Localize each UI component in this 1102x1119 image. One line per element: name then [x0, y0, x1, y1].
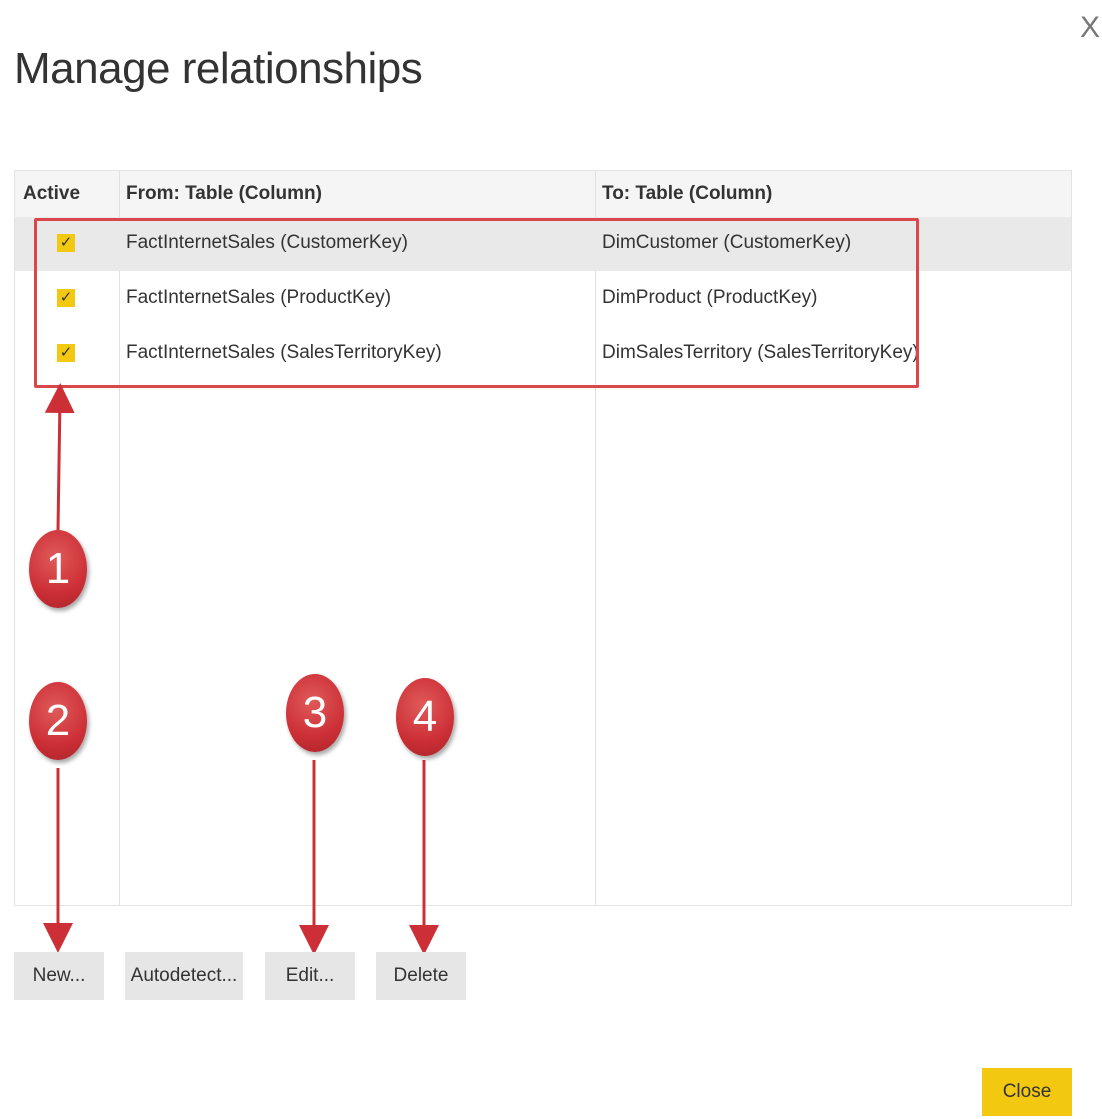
column-header-active[interactable]: Active — [23, 183, 80, 205]
delete-button[interactable]: Delete — [376, 952, 466, 1000]
close-button[interactable]: Close — [982, 1068, 1072, 1116]
table-row[interactable]: ✓ FactInternetSales (ProductKey) DimProd… — [15, 272, 1071, 326]
to-cell: DimProduct (ProductKey) — [602, 287, 818, 308]
table-row[interactable]: ✓ FactInternetSales (CustomerKey) DimCus… — [15, 217, 1071, 271]
column-header-from[interactable]: From: Table (Column) — [126, 183, 322, 205]
edit-button[interactable]: Edit... — [265, 952, 355, 1000]
table-row[interactable]: ✓ FactInternetSales (SalesTerritoryKey) … — [15, 327, 1071, 381]
close-icon[interactable]: X — [1080, 13, 1102, 43]
annotation-marker-1: 1 — [29, 530, 87, 608]
autodetect-button[interactable]: Autodetect... — [125, 952, 243, 1000]
to-cell: DimSalesTerritory (SalesTerritoryKey) — [602, 342, 919, 363]
dialog-title: Manage relationships — [14, 44, 423, 93]
to-cell: DimCustomer (CustomerKey) — [602, 232, 852, 253]
relationships-table: Active From: Table (Column) To: Table (C… — [14, 170, 1072, 906]
from-cell: FactInternetSales (CustomerKey) — [126, 232, 408, 253]
annotation-marker-2: 2 — [29, 682, 87, 760]
annotation-marker-3: 3 — [286, 674, 344, 752]
active-checkbox[interactable]: ✓ — [57, 234, 75, 252]
new-button[interactable]: New... — [14, 952, 104, 1000]
table-header: Active From: Table (Column) To: Table (C… — [15, 171, 1071, 218]
active-checkbox[interactable]: ✓ — [57, 344, 75, 362]
column-header-to[interactable]: To: Table (Column) — [602, 183, 772, 205]
from-cell: FactInternetSales (SalesTerritoryKey) — [126, 342, 442, 363]
from-cell: FactInternetSales (ProductKey) — [126, 287, 392, 308]
active-checkbox[interactable]: ✓ — [57, 289, 75, 307]
annotation-marker-4: 4 — [396, 678, 454, 756]
